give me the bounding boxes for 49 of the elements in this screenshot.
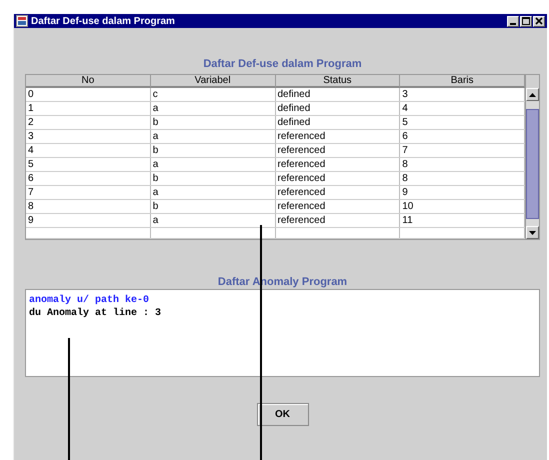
- close-button[interactable]: [533, 16, 545, 26]
- table-cell: 8: [26, 200, 151, 213]
- table-cell: defined: [276, 116, 400, 129]
- column-header[interactable]: No: [26, 75, 151, 88]
- table-cell: referenced: [276, 200, 400, 213]
- table-cell: 1: [26, 102, 151, 115]
- app-icon: [16, 15, 28, 27]
- column-header[interactable]: Baris: [400, 75, 525, 88]
- table-cell: referenced: [276, 214, 400, 227]
- scroll-up-button[interactable]: [526, 88, 539, 101]
- table-cell: defined: [276, 102, 400, 115]
- table-cell: a: [150, 186, 276, 199]
- table-cell: b: [150, 200, 276, 213]
- minimize-button[interactable]: [507, 16, 519, 26]
- table-cell: b: [150, 116, 276, 129]
- scroll-down-button[interactable]: [526, 226, 539, 239]
- table-cell: 0: [26, 88, 151, 101]
- table-cell: referenced: [276, 172, 400, 185]
- table-cell: c: [150, 88, 276, 101]
- close-icon: [535, 17, 543, 25]
- table-cell: a: [150, 102, 276, 115]
- window-title: Daftar Def-use dalam Program: [31, 16, 176, 26]
- anomaly-line: anomaly u/ path ke-0: [29, 294, 150, 307]
- table-cell: 4: [26, 144, 151, 157]
- table-cell: 3: [26, 130, 151, 143]
- table-cell: referenced: [276, 158, 400, 171]
- table-cell: 9: [26, 214, 151, 227]
- table-cell: 6: [26, 172, 151, 185]
- table-cell: a: [150, 130, 276, 143]
- column-header[interactable]: Variabel: [150, 75, 276, 88]
- table-cell: 5: [26, 158, 151, 171]
- maximize-icon: [522, 17, 530, 25]
- anomaly-text-area[interactable]: anomaly u/ path ke-0 du Anomaly at line : 3: [25, 289, 540, 377]
- down-arrow-icon: [529, 230, 536, 234]
- up-arrow-icon: [529, 92, 536, 96]
- table-cell: b: [150, 172, 276, 185]
- table-cell: 7: [26, 186, 151, 199]
- column-header[interactable]: Status: [276, 75, 400, 88]
- table-cell: a: [150, 158, 276, 171]
- maximize-button[interactable]: [520, 16, 532, 26]
- table-cell: referenced: [276, 144, 400, 157]
- table-cell: referenced: [276, 186, 400, 199]
- table-title: Daftar Def-use dalam Program: [202, 58, 363, 72]
- ok-button[interactable]: OK: [256, 403, 308, 426]
- table-cell: referenced: [276, 130, 400, 143]
- table-cell: defined: [276, 88, 400, 101]
- table-cell: 2: [26, 116, 151, 129]
- anomaly-line: du Anomaly at line : 3: [29, 307, 162, 320]
- table-cell: b: [150, 144, 276, 157]
